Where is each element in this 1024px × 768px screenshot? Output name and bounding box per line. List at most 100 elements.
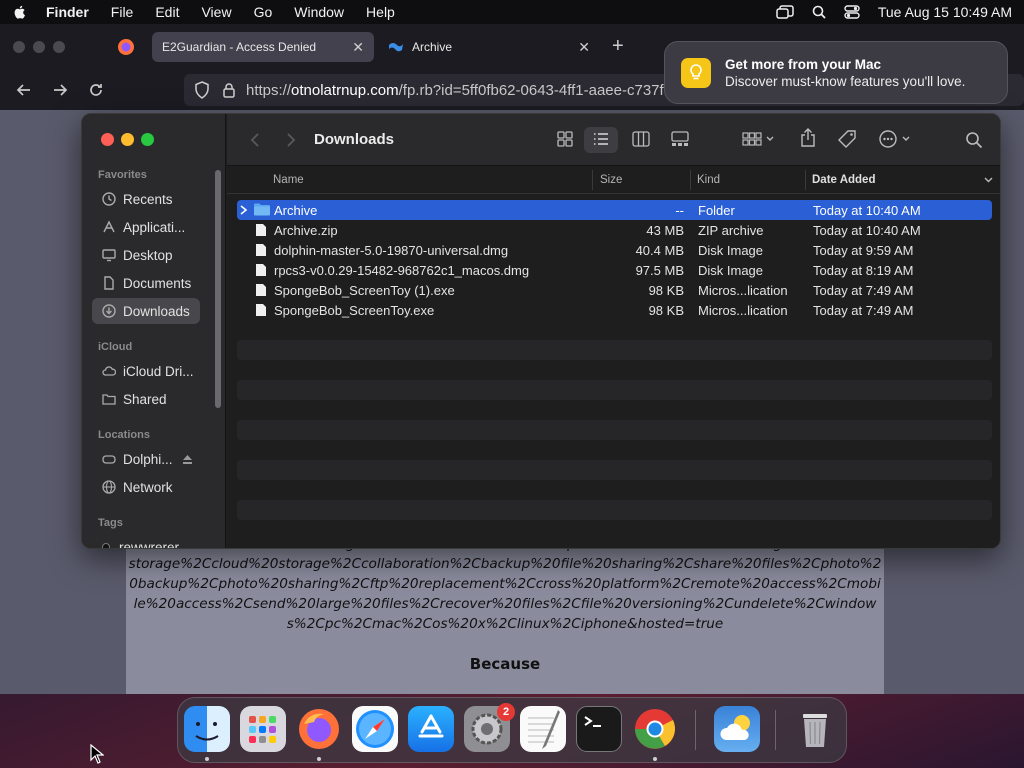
window-title: Downloads: [314, 131, 395, 148]
sidebar-item-network[interactable]: Network: [92, 474, 200, 500]
back-chevron-icon[interactable]: [249, 132, 261, 148]
stage-manager-icon[interactable]: [776, 5, 794, 19]
file-row-archive-folder[interactable]: Archive -- Folder Today at 10:40 AM: [237, 200, 992, 220]
lock-icon[interactable]: [222, 82, 236, 98]
gallery-view-icon[interactable]: [670, 131, 690, 147]
sidebar-item-label: rewwrerer: [119, 539, 180, 549]
close-tab-icon[interactable]: ✕: [352, 39, 364, 56]
sidebar-item-label: Desktop: [123, 247, 173, 263]
menu-finder[interactable]: Finder: [46, 4, 89, 20]
new-tab-icon[interactable]: +: [612, 35, 624, 58]
disclosure-triangle-icon[interactable]: [240, 205, 248, 215]
sidebar-item-desktop[interactable]: Desktop: [92, 242, 200, 268]
sidebar-item-recents[interactable]: Recents: [92, 186, 200, 212]
menu-go[interactable]: Go: [254, 4, 273, 20]
search-icon[interactable]: [965, 131, 983, 149]
sidebar-scrollbar[interactable]: [215, 170, 221, 408]
eject-icon[interactable]: [182, 454, 193, 465]
terminal-app-icon[interactable]: [576, 706, 622, 752]
file-icon: [256, 224, 266, 236]
sidebar-item-tag[interactable]: rewwrerer: [92, 534, 200, 549]
safari-app-icon[interactable]: [352, 706, 398, 752]
mediafire-icon: [389, 43, 403, 52]
forward-chevron-icon[interactable]: [285, 132, 297, 148]
menu-clock[interactable]: Tue Aug 15 10:49 AM: [878, 4, 1012, 20]
sidebar-item-icloud-drive[interactable]: iCloud Dri...: [92, 358, 200, 384]
column-view-icon[interactable]: [632, 131, 650, 147]
file-row[interactable]: dolphin-master-5.0-19870-universal.dmg 4…: [237, 240, 992, 260]
control-center-icon[interactable]: [844, 5, 860, 19]
spotlight-search-icon[interactable]: [812, 5, 826, 19]
textedit-app-icon[interactable]: [520, 706, 566, 752]
close-button[interactable]: [101, 133, 114, 146]
more-actions-icon[interactable]: [879, 130, 915, 148]
sidebar-item-shared[interactable]: Shared: [92, 386, 200, 412]
file-date: Today at 9:59 AM: [813, 243, 914, 258]
file-row[interactable]: SpongeBob_ScreenToy.exe 98 KB Micros...l…: [237, 300, 992, 320]
chrome-app-icon[interactable]: [632, 706, 678, 752]
empty-row: [237, 420, 992, 440]
list-view-icon: [594, 133, 608, 145]
tab-archive[interactable]: Archive ✕: [378, 32, 600, 62]
firefox-view-icon[interactable]: [117, 38, 135, 56]
reload-icon[interactable]: [86, 80, 106, 100]
menu-edit[interactable]: Edit: [155, 4, 179, 20]
file-row[interactable]: SpongeBob_ScreenToy (1).exe 98 KB Micros…: [237, 280, 992, 300]
finder-app-icon[interactable]: [184, 706, 230, 752]
forward-arrow-icon[interactable]: [50, 80, 70, 100]
sort-chevron-down-icon[interactable]: [984, 177, 993, 183]
page-url-text: www.mediafire.com%2Ffile%2Fgzda31o1rhwo6…: [128, 540, 882, 632]
sidebar-item-label: Documents: [123, 275, 192, 291]
weather-app-icon[interactable]: [714, 706, 760, 752]
column-date-added[interactable]: Date Added: [812, 174, 875, 186]
menu-window[interactable]: Window: [294, 4, 344, 20]
file-date: Today at 7:49 AM: [813, 303, 914, 318]
sidebar-item-downloads[interactable]: Downloads: [92, 298, 200, 324]
sidebar-item-applications[interactable]: Applicati...: [92, 214, 200, 240]
apple-logo-icon[interactable]: [12, 4, 28, 20]
app-store-icon[interactable]: [408, 706, 454, 752]
browser-close-button[interactable]: [13, 41, 25, 53]
group-by-icon[interactable]: [742, 131, 776, 147]
launchpad-app-icon[interactable]: [240, 706, 286, 752]
running-indicator: [317, 757, 321, 761]
empty-row: [237, 340, 992, 360]
column-kind[interactable]: Kind: [697, 174, 720, 186]
file-name: SpongeBob_ScreenToy.exe: [274, 303, 435, 318]
file-icon: [256, 304, 266, 316]
shield-icon[interactable]: [194, 81, 210, 99]
sidebar-item-label: Applicati...: [123, 219, 186, 235]
menu-file[interactable]: File: [111, 4, 134, 20]
running-indicator: [205, 757, 209, 761]
file-kind: Micros...lication: [698, 303, 788, 318]
folder-icon: [254, 203, 270, 216]
file-name: Archive.zip: [274, 223, 338, 238]
column-size[interactable]: Size: [600, 174, 622, 186]
tag-icon[interactable]: [838, 129, 858, 149]
minimize-button[interactable]: [121, 133, 134, 146]
sidebar-item-documents[interactable]: Documents: [92, 270, 200, 296]
browser-zoom-button[interactable]: [53, 41, 65, 53]
browser-minimize-button[interactable]: [33, 41, 45, 53]
tab-label: Archive: [412, 40, 453, 54]
notification-banner[interactable]: Get more from your Mac Discover must-kno…: [664, 41, 1008, 104]
share-icon[interactable]: [799, 128, 817, 148]
file-size: --: [675, 203, 684, 218]
file-row[interactable]: Archive.zip 43 MB ZIP archive Today at 1…: [237, 220, 992, 240]
sidebar-item-dolphin[interactable]: Dolphi...: [92, 446, 210, 472]
back-arrow-icon[interactable]: [14, 80, 34, 100]
trash-icon[interactable]: [792, 706, 838, 752]
menu-view[interactable]: View: [201, 4, 231, 20]
close-tab-icon[interactable]: ✕: [578, 39, 590, 56]
icon-view-icon[interactable]: [557, 131, 573, 147]
finder-toolbar: Downloads: [227, 114, 1000, 166]
firefox-app-icon[interactable]: [296, 706, 342, 752]
zoom-button[interactable]: [141, 133, 154, 146]
tab-e2guardian[interactable]: E2Guardian - Access Denied ✕: [152, 32, 374, 62]
menu-help[interactable]: Help: [366, 4, 395, 20]
file-name: SpongeBob_ScreenToy (1).exe: [274, 283, 455, 298]
column-name[interactable]: Name: [273, 174, 304, 186]
lightbulb-icon: [681, 57, 711, 88]
file-row[interactable]: rpcs3-v0.0.29-15482-968762c1_macos.dmg 9…: [237, 260, 992, 280]
cloud-icon: [102, 366, 116, 376]
